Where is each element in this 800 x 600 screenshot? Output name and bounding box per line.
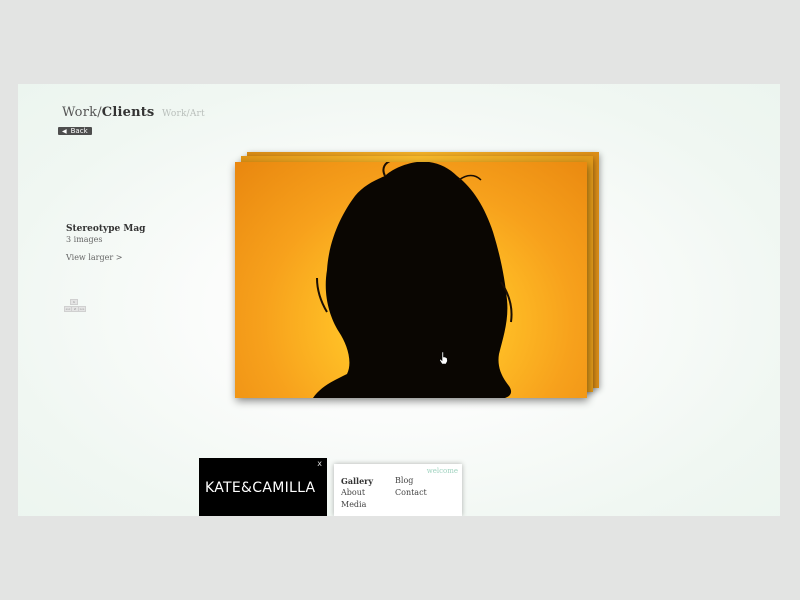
- welcome-link[interactable]: welcome: [427, 467, 458, 475]
- photo-stack[interactable]: [235, 150, 603, 402]
- back-label: Back: [70, 127, 88, 135]
- main-photo[interactable]: [235, 162, 587, 398]
- back-arrow-icon: ◀: [62, 128, 67, 135]
- brand-logo[interactable]: KATE&CAMILLA: [205, 480, 315, 496]
- menu-item-media[interactable]: Media: [341, 500, 366, 509]
- heading-current: Clients: [101, 105, 155, 120]
- work-art-link[interactable]: Work/Art: [162, 109, 205, 119]
- site-stage: Work/Clients Work/Art ◀ Back Stereotype M…: [18, 84, 780, 516]
- hand-cursor-icon: [439, 352, 448, 364]
- silhouette-image: [313, 162, 513, 398]
- close-icon[interactable]: x: [317, 459, 322, 468]
- section-heading: Work/Clients: [62, 105, 154, 120]
- pager-page-1[interactable]: 1: [70, 299, 78, 305]
- site-menu: welcome Gallery Blog About Contact Media: [334, 464, 462, 516]
- menu-item-gallery[interactable]: Gallery: [341, 476, 373, 486]
- menu-item-blog[interactable]: Blog: [395, 476, 413, 485]
- heading-prefix-link[interactable]: Work/: [62, 105, 102, 120]
- back-button[interactable]: ◀ Back: [58, 127, 92, 135]
- pager-next[interactable]: >>: [78, 306, 86, 312]
- menu-item-about[interactable]: About: [341, 488, 365, 497]
- project-title: Stereotype Mag: [66, 224, 146, 234]
- project-info: Stereotype Mag 3 images View larger >: [66, 224, 145, 262]
- brand-logo-panel: x KATE&CAMILLA: [199, 458, 327, 516]
- menu-item-contact[interactable]: Contact: [395, 488, 427, 497]
- view-larger-link[interactable]: View larger >: [66, 253, 145, 262]
- image-count: 3 images: [66, 235, 103, 244]
